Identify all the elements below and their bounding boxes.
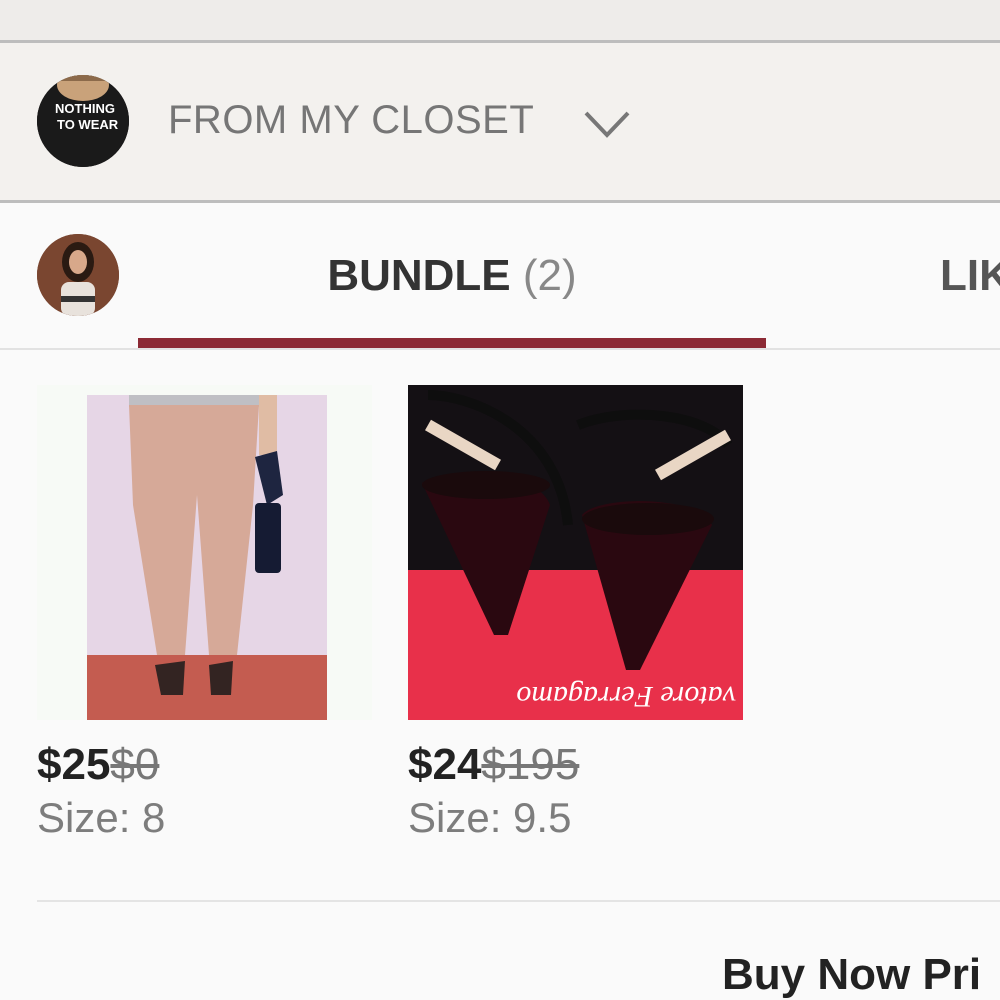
tab-bundle[interactable]: BUNDLE (2) [138, 203, 766, 348]
closet-avatar[interactable]: NOTHING TO WEAR [37, 75, 129, 167]
bundle-item[interactable]: $25$0 Size: 8 [37, 385, 372, 842]
bundle-item[interactable]: vatore Ferragamo $24$195 Size: 9.5 [408, 385, 743, 842]
closet-avatar-image: NOTHING TO WEAR [37, 75, 129, 167]
item-photo[interactable] [37, 385, 372, 720]
svg-text:TO WEAR: TO WEAR [57, 117, 119, 132]
item-photo[interactable]: vatore Ferragamo [408, 385, 743, 720]
item-size: Size: 8 [37, 794, 166, 841]
item-original-price: $0 [110, 740, 160, 789]
item-original-price: $195 [481, 740, 580, 789]
closet-selector[interactable]: NOTHING TO WEAR FROM MY CLOSET [0, 43, 1000, 203]
top-bar [0, 0, 1000, 43]
buy-now-price-label: Buy Now Pri [722, 950, 982, 999]
closet-title: FROM MY CLOSET [168, 98, 535, 142]
chevron-down-icon[interactable] [582, 103, 632, 143]
svg-text:NOTHING: NOTHING [55, 101, 115, 116]
item-price: $25 [37, 740, 111, 789]
item-price: $24 [408, 740, 482, 789]
divider [37, 900, 1000, 902]
item-size: Size: 9.5 [408, 794, 572, 841]
heels-photo: vatore Ferragamo [408, 385, 743, 720]
bundle-list: $25$0 Size: 8 vatore Ferragamo $24$195 S… [0, 350, 1000, 1000]
svg-text:vatore Ferragamo: vatore Ferragamo [516, 680, 736, 713]
user-avatar-image [37, 234, 119, 316]
tab-bundle-label: BUNDLE [327, 251, 511, 300]
tab-active-indicator [138, 338, 766, 348]
tab-bundle-count: (2) [522, 251, 577, 300]
pants-photo [37, 385, 372, 720]
tab-likes[interactable]: LIK [940, 251, 1000, 301]
user-avatar[interactable] [37, 234, 119, 316]
tab-bar: BUNDLE (2) LIK [0, 203, 1000, 350]
